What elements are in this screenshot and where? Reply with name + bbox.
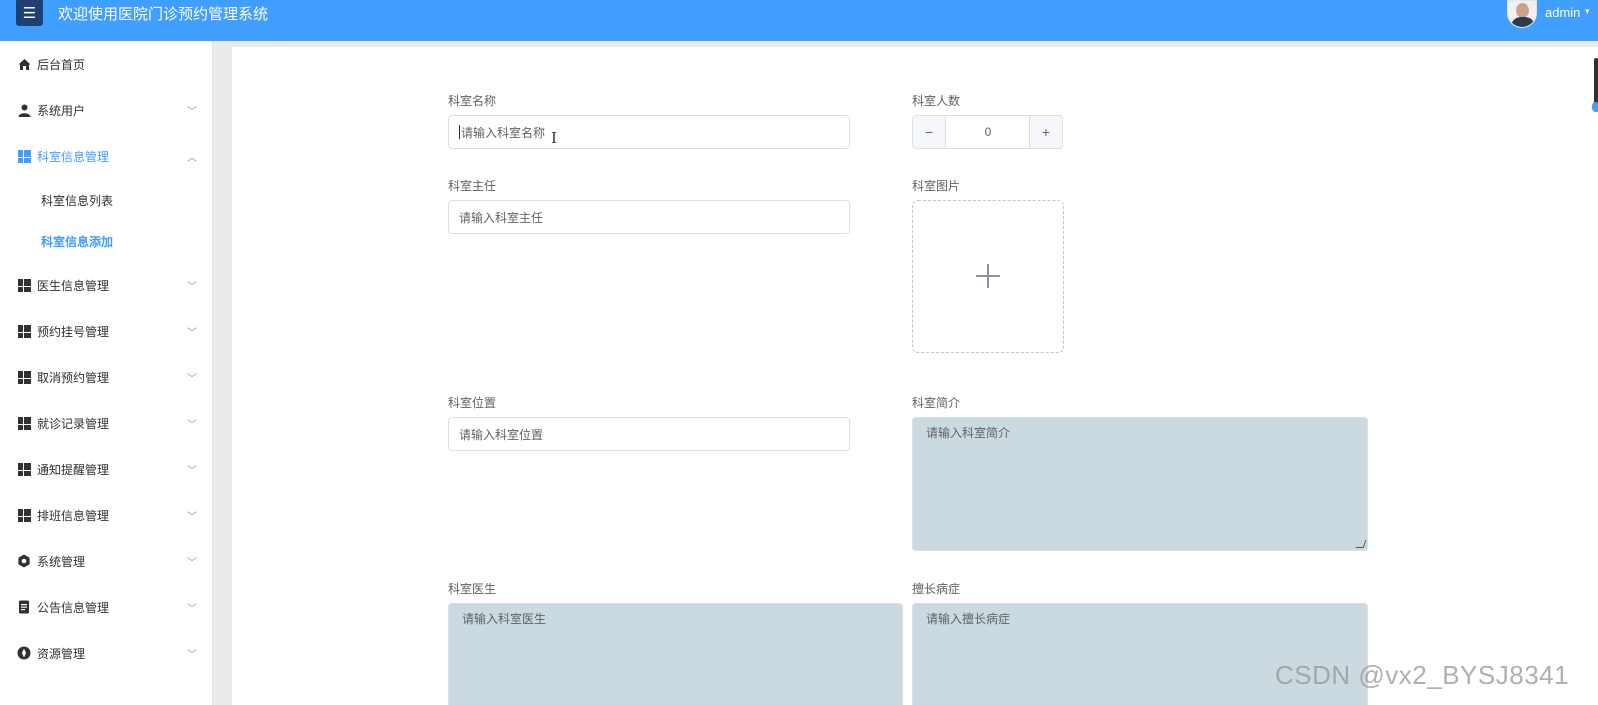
sidebar-item-dept-info[interactable]: 科室信息管理 ︿	[0, 138, 213, 174]
user-icon	[17, 103, 31, 117]
chevron-down-icon: ﹀	[187, 557, 197, 569]
dept-doctors-textarea[interactable]: 请输入科室医生	[448, 603, 903, 705]
sidebar-item-label: 医生信息管理	[37, 278, 110, 293]
chevron-down-icon: ﹀	[187, 327, 197, 339]
chevron-down-icon: ﹀	[187, 419, 197, 431]
app-title: 欢迎使用医院门诊预约管理系统	[58, 5, 269, 23]
grid-icon	[17, 508, 31, 522]
plus-icon	[976, 264, 1000, 288]
dept-location-input[interactable]: 请输入科室位置	[448, 417, 850, 451]
specialty-label: 擅长病症	[912, 582, 961, 596]
text-cursor-icon: I	[551, 129, 557, 147]
compass-icon	[17, 646, 31, 660]
avatar[interactable]	[1507, 0, 1537, 28]
sidebar-item-cancel-appointment[interactable]: 取消预约管理 ﹀	[0, 359, 213, 395]
text-caret	[459, 125, 460, 139]
sidebar-item-notifications[interactable]: 通知提醒管理 ﹀	[0, 451, 213, 487]
sidebar-item-label: 预约挂号管理	[37, 324, 110, 339]
chevron-down-icon: ﹀	[187, 649, 197, 661]
chevron-up-icon: ︿	[187, 152, 197, 164]
sidebar-item-label: 资源管理	[37, 646, 86, 661]
top-header: ☰ 欢迎使用医院门诊预约管理系统 admin ▾	[0, 0, 1598, 41]
dept-head-placeholder: 请输入科室主任	[459, 210, 544, 225]
dept-image-label: 科室图片	[912, 179, 961, 193]
sidebar-item-label: 取消预约管理	[37, 370, 110, 385]
chevron-down-icon[interactable]: ▾	[1585, 6, 1590, 17]
scrollbar-thumb[interactable]	[1592, 102, 1598, 112]
dept-name-label: 科室名称	[448, 94, 497, 108]
chevron-down-icon: ﹀	[187, 373, 197, 385]
grid-icon	[17, 149, 31, 163]
watermark: CSDN @vx2_BYSJ8341	[1275, 660, 1570, 690]
grid-icon	[17, 324, 31, 338]
avatar-body	[1511, 17, 1535, 27]
sidebar-item-resources[interactable]: 资源管理 ﹀	[0, 635, 213, 671]
sidebar-item-label: 系统管理	[37, 554, 86, 569]
resize-handle-icon[interactable]	[1355, 540, 1367, 548]
dept-location-placeholder: 请输入科室位置	[459, 427, 544, 442]
sidebar-item-label: 排班信息管理	[37, 508, 110, 523]
home-icon	[17, 57, 31, 71]
dept-name-input[interactable]: 请输入科室名称	[448, 115, 850, 149]
sidebar-subitem-dept-list[interactable]: 科室信息列表	[0, 182, 213, 218]
dept-count-stepper[interactable]: − 0 +	[912, 115, 1063, 149]
grid-icon	[17, 278, 31, 292]
sidebar-item-system-users[interactable]: 系统用户 ﹀	[0, 92, 213, 128]
sidebar-item-announcements[interactable]: 公告信息管理 ﹀	[0, 589, 213, 625]
dept-location-label: 科室位置	[448, 396, 497, 410]
chevron-down-icon: ﹀	[187, 106, 197, 118]
sidebar-item-doctor-info[interactable]: 医生信息管理 ﹀	[0, 267, 213, 303]
dept-count-label: 科室人数	[912, 94, 961, 108]
sidebar-item-appointment[interactable]: 预约挂号管理 ﹀	[0, 313, 213, 349]
dept-intro-label: 科室简介	[912, 396, 961, 410]
grid-icon	[17, 416, 31, 430]
dept-doctors-label: 科室医生	[448, 582, 497, 596]
grid-icon	[17, 462, 31, 476]
sidebar-item-schedule[interactable]: 排班信息管理 ﹀	[0, 497, 213, 533]
sidebar-item-label: 系统用户	[37, 103, 86, 118]
user-name[interactable]: admin	[1545, 5, 1580, 20]
chevron-down-icon: ﹀	[187, 281, 197, 293]
dept-head-label: 科室主任	[448, 179, 497, 193]
dept-name-placeholder: 请输入科室名称	[461, 125, 546, 140]
sidebar-subitem-label: 科室信息列表	[41, 193, 114, 208]
increment-button[interactable]: +	[1029, 116, 1062, 148]
hamburger-icon[interactable]: ☰	[16, 0, 43, 26]
sidebar-item-label: 通知提醒管理	[37, 462, 110, 477]
sidebar-subitem-dept-add[interactable]: 科室信息添加	[0, 223, 213, 259]
sidebar-subitem-label: 科室信息添加	[41, 234, 114, 249]
document-icon	[17, 600, 31, 614]
specialty-placeholder: 请输入擅长病症	[926, 612, 1011, 626]
chevron-down-icon: ﹀	[187, 511, 197, 523]
sidebar: 后台首页 系统用户 ﹀ 科室信息管理 ︿ 科室信息列表 科室信息添加 医生信息管…	[0, 41, 213, 705]
dept-intro-textarea[interactable]: 请输入科室简介	[912, 417, 1368, 551]
chevron-down-icon: ﹀	[187, 465, 197, 477]
dept-head-input[interactable]: 请输入科室主任	[448, 200, 850, 234]
gear-icon	[17, 554, 31, 568]
sidebar-item-label: 后台首页	[37, 57, 86, 72]
dept-count-value[interactable]: 0	[947, 116, 1029, 148]
sidebar-item-home[interactable]: 后台首页	[0, 46, 213, 82]
chevron-down-icon: ﹀	[187, 603, 197, 615]
grid-icon	[17, 370, 31, 384]
image-upload[interactable]	[912, 200, 1064, 353]
sidebar-item-label: 公告信息管理	[37, 600, 110, 615]
sidebar-item-system-management[interactable]: 系统管理 ﹀	[0, 543, 213, 579]
sidebar-item-label: 就诊记录管理	[37, 416, 110, 431]
dept-intro-placeholder: 请输入科室简介	[926, 426, 1011, 440]
sidebar-item-label: 科室信息管理	[37, 149, 110, 164]
sidebar-item-visit-records[interactable]: 就诊记录管理 ﹀	[0, 405, 213, 441]
dept-doctors-placeholder: 请输入科室医生	[462, 612, 547, 626]
decrement-button[interactable]: −	[913, 116, 946, 148]
avatar-face	[1516, 3, 1529, 18]
